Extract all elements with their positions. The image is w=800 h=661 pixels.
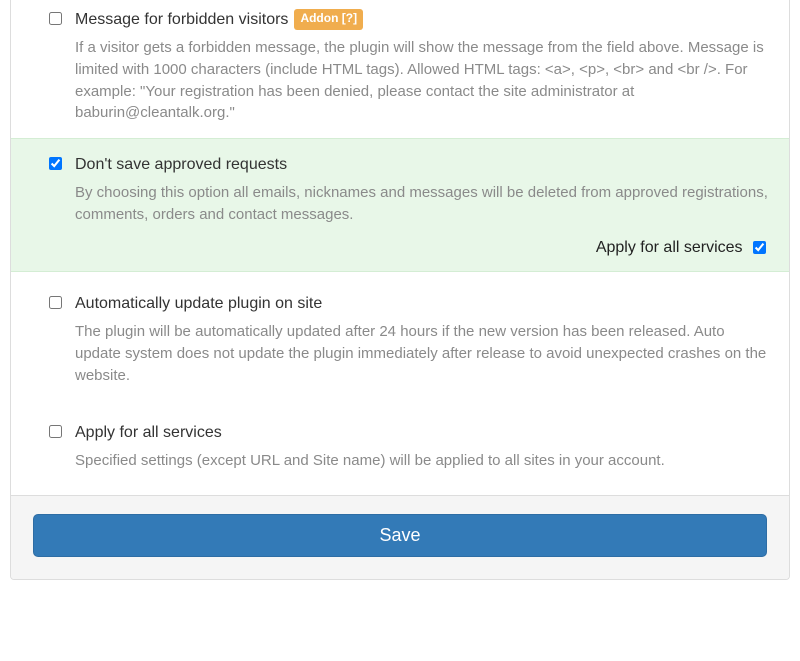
- apply-for-all-inline-checkbox[interactable]: [753, 241, 766, 254]
- setting-apply-all-title: Apply for all services: [75, 421, 222, 444]
- setting-dont-save-approved-checkbox[interactable]: [49, 157, 62, 170]
- setting-apply-all: Apply for all services Specified setting…: [11, 401, 789, 496]
- setting-auto-update-desc: The plugin will be automatically updated…: [75, 321, 769, 386]
- footer-bar: Save: [11, 495, 789, 579]
- setting-apply-all-desc: Specified settings (except URL and Site …: [75, 450, 769, 472]
- setting-message-forbidden-checkbox[interactable]: [49, 12, 62, 25]
- settings-panel: Message for forbidden visitors Addon [?]…: [10, 0, 790, 580]
- settings-list: Message for forbidden visitors Addon [?]…: [11, 0, 789, 495]
- setting-apply-all-checkbox[interactable]: [49, 425, 62, 438]
- save-button[interactable]: Save: [33, 514, 767, 557]
- setting-auto-update-checkbox[interactable]: [49, 296, 62, 309]
- apply-for-all-inline: Apply for all services: [49, 236, 769, 259]
- setting-message-forbidden-desc: If a visitor gets a forbidden message, t…: [75, 37, 769, 124]
- addon-badge[interactable]: Addon [?]: [294, 9, 363, 29]
- setting-message-forbidden-title: Message for forbidden visitors: [75, 8, 288, 31]
- setting-dont-save-approved: Don't save approved requests By choosing…: [11, 138, 789, 272]
- setting-dont-save-approved-desc: By choosing this option all emails, nick…: [75, 182, 769, 226]
- setting-message-forbidden: Message for forbidden visitors Addon [?]…: [11, 0, 789, 138]
- setting-auto-update-title: Automatically update plugin on site: [75, 292, 322, 315]
- setting-dont-save-approved-title: Don't save approved requests: [75, 153, 287, 176]
- apply-for-all-inline-label: Apply for all services: [596, 239, 743, 256]
- setting-auto-update: Automatically update plugin on site The …: [11, 272, 789, 400]
